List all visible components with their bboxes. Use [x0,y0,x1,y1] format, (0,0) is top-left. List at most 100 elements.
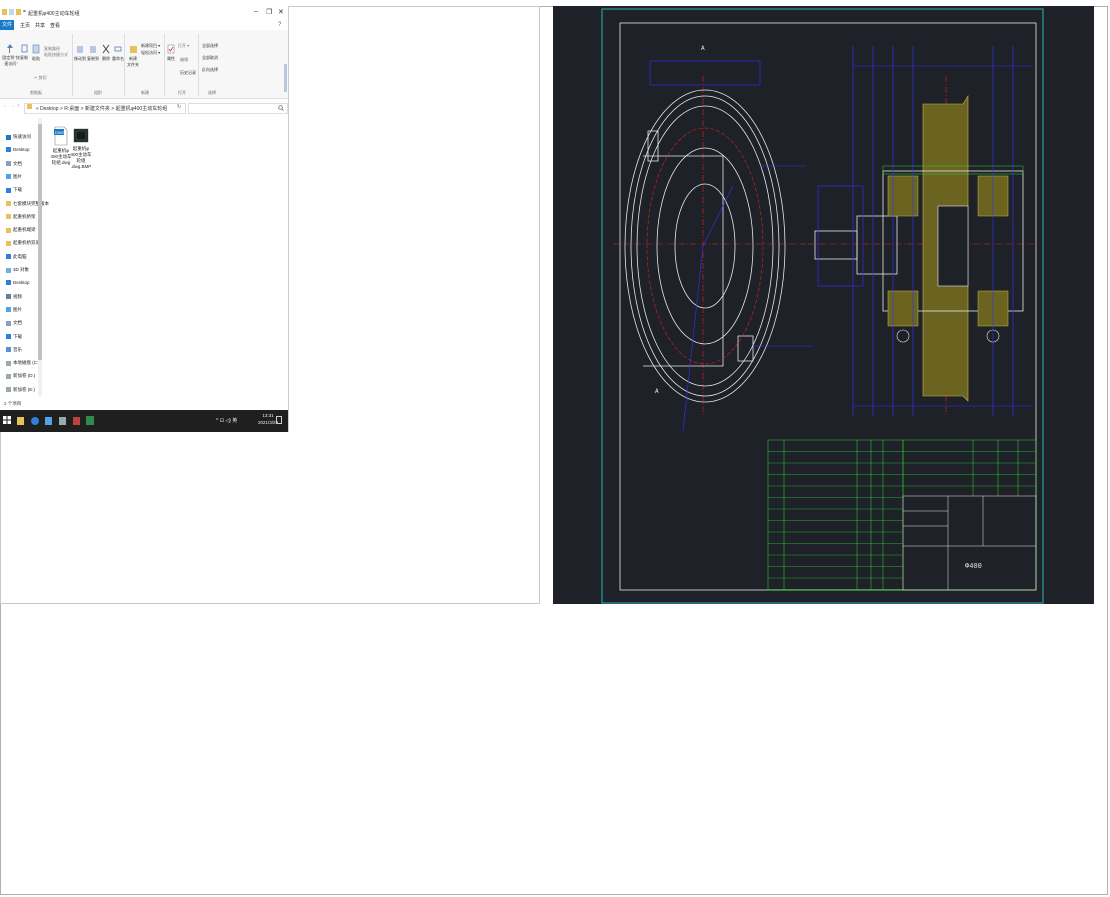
table-rows [768,451,1036,590]
nav-scrollbar[interactable] [38,118,42,396]
cad-taskbar-icon[interactable] [73,417,80,425]
file-name: .dwg.BMP [70,164,92,169]
rename-button[interactable]: 重命名 [112,44,124,62]
sidebar-item[interactable]: 七套模块完整版本 [6,201,49,207]
browser-taskbar-icon[interactable] [31,417,39,425]
sidebar-item[interactable]: 下载 [6,334,22,340]
new-folder-button[interactable]: 新建 文件夹 [126,44,140,68]
invert-selection-button[interactable]: 反向选择 [202,67,218,73]
sidebar-item[interactable]: 快速访问 [6,134,31,140]
folder-icon [27,104,32,109]
pin-button[interactable]: 固定到"快速访问" [2,44,20,67]
new-item-button[interactable]: 新建项目 ▾ [141,43,160,49]
sidebar-item-label: 图片 [13,173,22,179]
notification-icon[interactable] [276,416,282,424]
sidebar-item[interactable]: 此电脑 [6,254,27,260]
sidebar-item-label: 此电脑 [13,253,27,259]
system-tray[interactable]: ^ ⊡ ◁) 英 [216,417,237,424]
back-icon[interactable]: ← [3,103,8,109]
clock[interactable]: 13:31 2021/3/29 [258,412,278,426]
sidebar-item[interactable]: 起重机端梁 [6,227,36,233]
sidebar-item-label: 视频 [13,293,22,299]
tab-file[interactable]: 文件 [0,20,14,30]
delete-button[interactable]: 删除 [100,44,112,62]
ribbon-tabs: 文件 主页 共享 查看 ? [0,20,288,30]
search-icon[interactable] [278,105,284,111]
sidebar-item-label: 图片 [13,306,22,312]
file-list: DWG 起重机φ 400主动车 轮组.dwg 起重机φ 400主动车 轮组 .d… [44,122,288,400]
properties-button[interactable]: 属性 [166,44,176,62]
sidebar-item[interactable]: 新加卷 (D:) [6,373,35,379]
edit-button[interactable]: 编辑 [180,57,188,63]
refresh-icon[interactable]: ↻ [177,104,181,110]
sidebar-item[interactable]: 音乐 [6,347,22,353]
video-icon [6,294,11,300]
app-taskbar-icon[interactable] [59,417,66,425]
open-button[interactable]: 打开 ▾ [178,43,189,49]
sidebar-item[interactable]: 图片 [6,307,22,313]
sidebar-item[interactable]: Desktop [6,280,30,286]
file-item[interactable]: 起重机φ 400主动车 轮组 .dwg.BMP [68,126,94,170]
quick-access-toolbar: = [2,9,27,15]
properties-icon[interactable] [9,9,14,15]
close-button[interactable]: ✕ [278,8,284,16]
viewport-frame [601,8,1044,604]
paste-shortcut-button[interactable]: 粘贴快捷方式 [44,52,68,58]
sidebar-item[interactable]: 视频 [6,294,22,300]
new-folder-icon[interactable] [16,9,21,15]
windows-start-icon[interactable] [3,416,13,428]
app2-taskbar-icon[interactable] [86,416,94,425]
minimize-button[interactable]: – [254,8,258,15]
ribbon-scrollbar[interactable] [284,64,287,92]
picture-icon [6,174,11,180]
sidebar-item[interactable]: 新加卷 (E:) [6,387,35,393]
select-all-button[interactable]: 全部选择 [202,43,218,49]
document-taskbar-icon[interactable] [45,417,52,425]
help-icon[interactable]: ? [278,22,281,28]
move-to-button[interactable]: 移动到 [74,44,86,62]
sidebar-item[interactable]: 文档 [6,320,22,326]
tab-share[interactable]: 共享 [35,22,45,29]
sidebar-item[interactable]: 起重机桥双梁 [6,240,40,246]
tab-view[interactable]: 查看 [50,22,60,29]
checkmark-icon [167,44,175,54]
tab-home[interactable]: 主页 [20,22,30,29]
cut-button[interactable]: ✂ 剪切 [34,75,46,81]
copy-to-button[interactable]: 复制到 [87,44,99,62]
paste-button[interactable]: 粘贴 [30,44,42,62]
sidebar-item[interactable]: 3D 对象 [6,267,29,273]
sidebar-item[interactable]: 图片 [6,174,22,180]
window-title: 起重机φ400主动车轮组 [28,11,80,17]
forward-icon[interactable]: → [10,103,15,109]
history-button[interactable]: 历史记录 [180,70,196,76]
paste-icon [32,44,40,54]
address-path[interactable]: « Desktop > R:桌面 > 新建文件夹 > 起重机φ400主动车轮组 [36,105,167,112]
cad-drawing-panel: A A Φ400 [553,6,1094,604]
folder-icon[interactable] [2,9,7,15]
sidebar-item[interactable]: 文档 [6,161,22,167]
section-marker: A [655,388,659,395]
drive-icon [6,387,11,393]
pin-icon [7,44,13,53]
sidebar-item[interactable]: 下载 [6,187,22,193]
sidebar-item[interactable]: 本地磁盘 (C:) [6,360,40,366]
search-input[interactable] [188,103,288,114]
up-icon[interactable]: ↑ [17,103,20,109]
chevron-down-icon[interactable]: = [23,9,27,15]
clock-date: 2021/3/29 [257,420,278,425]
sidebar-item[interactable]: Desktop [6,147,30,153]
music-icon [6,347,11,353]
copy-button[interactable]: 复制 [19,44,29,61]
maximize-button[interactable]: ❐ [266,8,272,16]
folder-icon [6,201,11,206]
file-explorer-taskbar-icon[interactable] [17,417,24,425]
easy-access-button[interactable]: 轻松访问 ▾ [141,50,160,56]
picture-icon [6,307,11,313]
select-none-button[interactable]: 全部取消 [202,55,218,61]
dimension-lines [649,60,813,432]
nav-scrollbar-thumb[interactable] [38,124,42,360]
sidebar-item[interactable]: 起重机桥架 [6,214,36,220]
sidebar-item-label: 起重机端梁 [13,227,36,233]
title-block [902,495,1037,591]
sidebar-item-label: 本地磁盘 (C:) [13,360,40,366]
